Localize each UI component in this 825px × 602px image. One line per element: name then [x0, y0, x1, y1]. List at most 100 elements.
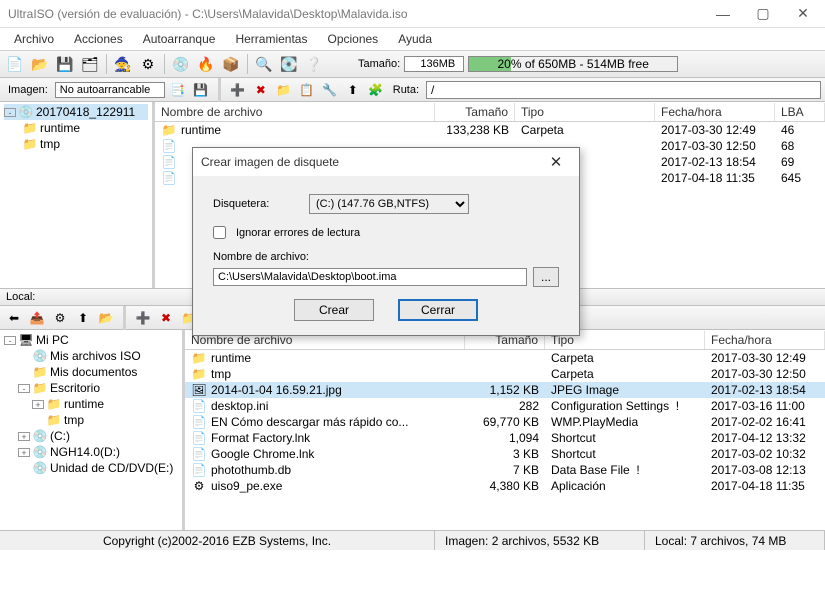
list-row[interactable]: runtime133,238 KBCarpeta2017-03-30 12:49… [155, 122, 825, 138]
list-body[interactable]: runtimeCarpeta2017-03-30 12:49tmpCarpeta… [185, 350, 825, 530]
drive-label: Disquetera: [213, 198, 303, 210]
path2-icon[interactable]: 📂 [96, 308, 116, 328]
disc-icon[interactable]: 💽 [278, 53, 300, 75]
add-icon[interactable]: ➕ [228, 80, 248, 100]
pane-divider[interactable] [123, 306, 126, 330]
image-tree[interactable]: - 20170418_122911 runtime tmp [0, 102, 155, 288]
tree-item[interactable]: -Mi PC [4, 332, 178, 348]
open-icon[interactable]: 📂 [29, 53, 51, 75]
tree-item[interactable]: +runtime [4, 396, 178, 412]
expand-icon[interactable] [18, 464, 30, 473]
menu-herramientas[interactable]: Herramientas [225, 30, 317, 48]
list-row[interactable]: EN Cómo descargar más rápido co...69,770… [185, 414, 825, 430]
close-button[interactable]: Cerrar [398, 299, 478, 321]
up2-icon[interactable]: ⬆ [73, 308, 93, 328]
saveas-icon[interactable]: 🗂 [79, 53, 101, 75]
tree-item[interactable]: Unidad de CD/DVD(E:) [4, 460, 178, 476]
maximize-icon[interactable]: ▢ [743, 0, 783, 28]
search-icon[interactable]: 🔍 [253, 53, 275, 75]
tool1-icon[interactable]: 🔧 [320, 80, 340, 100]
extract-icon[interactable]: 📤 [27, 308, 47, 328]
del2-icon[interactable]: ✖ [156, 308, 176, 328]
mount-icon[interactable]: 💿 [170, 53, 192, 75]
row-type: Data Base File ! [545, 463, 705, 477]
boot-save-icon[interactable]: 💾 [191, 80, 211, 100]
help-icon[interactable]: ❔ [303, 53, 325, 75]
col-lba[interactable]: LBA [775, 103, 825, 121]
dialog-close-icon[interactable]: ✕ [541, 153, 571, 171]
options-icon[interactable]: ⚙ [137, 53, 159, 75]
list-row[interactable]: Google Chrome.lnk3 KBShortcut2017-03-02 … [185, 446, 825, 462]
list-row[interactable]: Format Factory.lnk1,094Shortcut2017-04-1… [185, 430, 825, 446]
list-row[interactable]: tmpCarpeta2017-03-30 12:50 [185, 366, 825, 382]
dialog-title: Crear imagen de disquete [201, 155, 541, 169]
prop-icon[interactable]: 📋 [297, 80, 317, 100]
expand-icon[interactable]: + [18, 448, 30, 457]
collapse-icon[interactable]: - [4, 108, 16, 117]
tree-item[interactable]: runtime [4, 120, 148, 136]
list-row[interactable]: uiso9_pe.exe4,380 KBAplicación2017-04-18… [185, 478, 825, 494]
save-icon[interactable]: 💾 [54, 53, 76, 75]
pane-divider[interactable] [218, 78, 221, 102]
minimize-icon[interactable]: — [703, 0, 743, 28]
new-icon[interactable]: 📄 [4, 53, 26, 75]
imagen-label: Imagen: [4, 84, 52, 96]
close-icon[interactable]: ✕ [783, 0, 823, 28]
menu-autoarranque[interactable]: Autoarranque [133, 30, 226, 48]
wizard-icon[interactable]: 🧙 [112, 53, 134, 75]
compress-icon[interactable]: 📦 [220, 53, 242, 75]
row-lba: 68 [775, 139, 825, 153]
menu-acciones[interactable]: Acciones [64, 30, 133, 48]
tree-item[interactable]: Mis archivos ISO [4, 348, 178, 364]
tool2-icon[interactable]: 🧩 [366, 80, 386, 100]
browse-button[interactable]: ... [533, 267, 559, 287]
back-icon[interactable]: ⬅ [4, 308, 24, 328]
local-tree[interactable]: -Mi PC Mis archivos ISO Mis documentos-E… [0, 330, 185, 530]
add2-icon[interactable]: ➕ [133, 308, 153, 328]
burn-icon[interactable]: 🔥 [195, 53, 217, 75]
col-date[interactable]: Fecha/hora [655, 103, 775, 121]
tree-item[interactable]: tmp [4, 412, 178, 428]
expand-icon[interactable]: + [18, 432, 30, 441]
create-button[interactable]: Crear [294, 299, 374, 321]
expand-icon[interactable]: - [18, 384, 30, 393]
menu-ayuda[interactable]: Ayuda [388, 30, 442, 48]
tree-item[interactable]: +NGH14.0(D:) [4, 444, 178, 460]
expand-icon[interactable]: + [32, 400, 44, 409]
filename-input[interactable] [213, 268, 527, 286]
col-name[interactable]: Nombre de archivo [155, 103, 435, 121]
row-icon [161, 123, 177, 137]
list-row[interactable]: runtimeCarpeta2017-03-30 12:49 [185, 350, 825, 366]
path-box[interactable]: / [426, 81, 821, 99]
ignore-errors-checkbox[interactable] [213, 226, 226, 239]
tree-item[interactable]: -Escritorio [4, 380, 178, 396]
tree-root[interactable]: - 20170418_122911 [4, 104, 148, 120]
dialog-titlebar[interactable]: Crear imagen de disquete ✕ [193, 148, 579, 176]
list-row[interactable]: desktop.ini282Configuration Settings !20… [185, 398, 825, 414]
capacity-bar[interactable]: 20% of 650MB - 514MB free [468, 56, 678, 72]
expand-icon[interactable] [32, 416, 44, 425]
boot-prop-icon[interactable]: 📑 [168, 80, 188, 100]
expand-icon[interactable]: - [4, 336, 16, 345]
drive-select[interactable]: (C:) (147.76 GB,NTFS) [309, 194, 469, 214]
set-icon[interactable]: ⚙ [50, 308, 70, 328]
expand-icon[interactable] [18, 352, 30, 361]
expand-icon[interactable] [18, 368, 30, 377]
menu-archivo[interactable]: Archivo [4, 30, 64, 48]
tree-item[interactable]: tmp [4, 136, 148, 152]
remove-icon[interactable]: ✖ [251, 80, 271, 100]
col-size[interactable]: Tamaño [435, 103, 515, 121]
col-date[interactable]: Fecha/hora [705, 331, 825, 349]
list-header[interactable]: Nombre de archivo Tamaño Tipo Fecha/hora… [155, 102, 825, 122]
bootable-select[interactable] [55, 82, 165, 98]
tree-item[interactable]: +(C:) [4, 428, 178, 444]
tree-item[interactable]: Mis documentos [4, 364, 178, 380]
list-row[interactable]: 2014-01-04 16.59.21.jpg1,152 KBJPEG Imag… [185, 382, 825, 398]
list-row[interactable]: photothumb.db7 KBData Base File !2017-03… [185, 462, 825, 478]
newfolder-icon[interactable]: 📁 [274, 80, 294, 100]
menu-opciones[interactable]: Opciones [317, 30, 388, 48]
row-name: photothumb.db [211, 463, 291, 477]
up-icon[interactable]: ⬆ [343, 80, 363, 100]
row-icon [161, 171, 177, 185]
col-type[interactable]: Tipo [515, 103, 655, 121]
